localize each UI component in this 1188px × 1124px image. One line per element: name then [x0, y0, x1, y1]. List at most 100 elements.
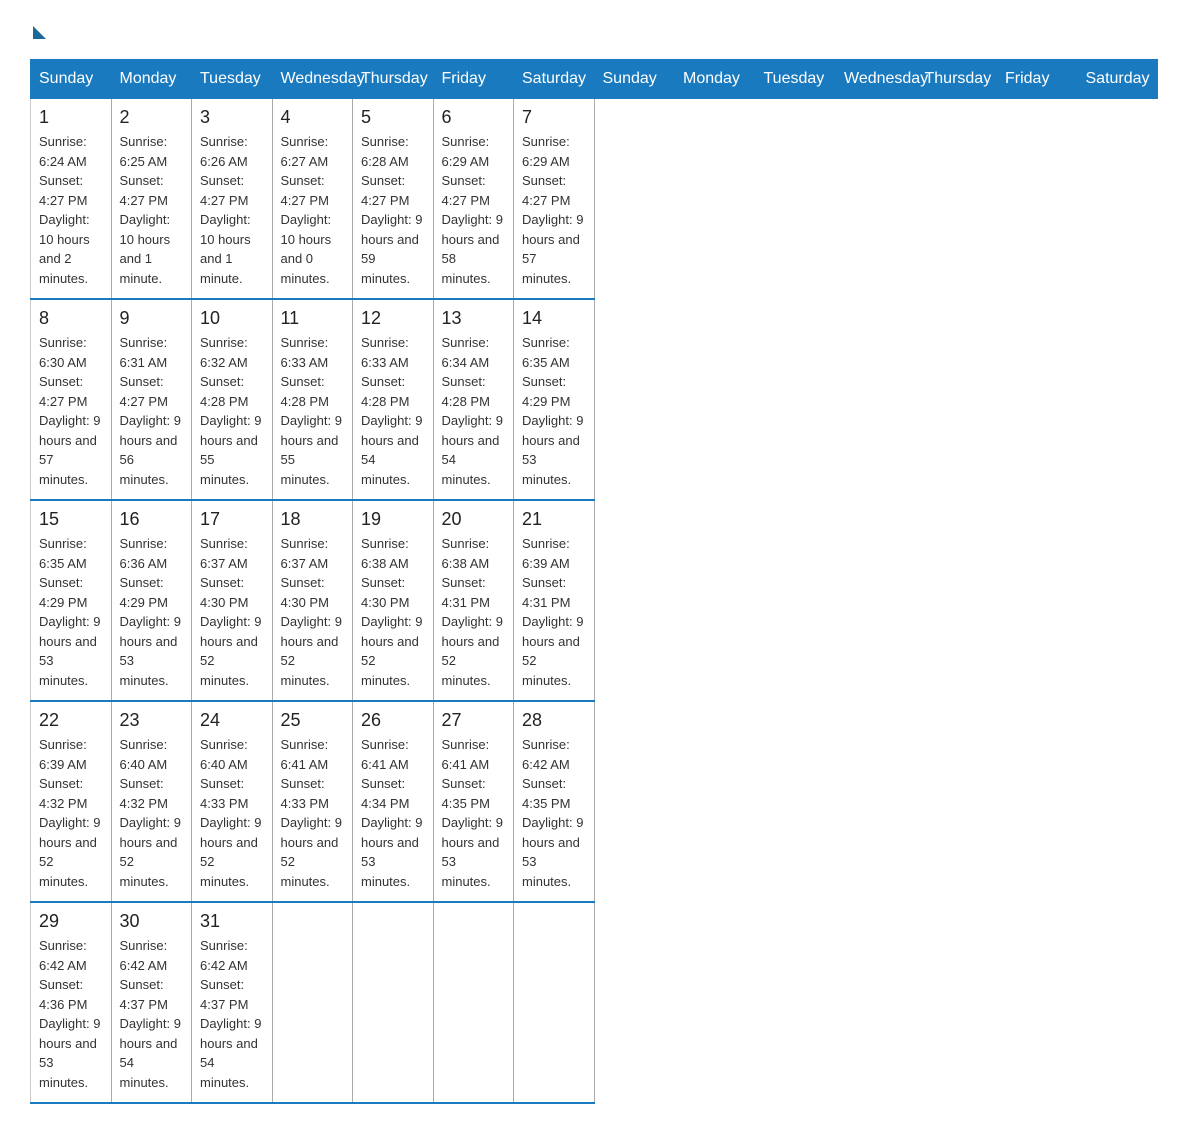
day-number: 29 — [39, 911, 103, 932]
col-header-wednesday: Wednesday — [836, 60, 917, 99]
calendar-cell: 23 Sunrise: 6:40 AMSunset: 4:32 PMDayligh… — [111, 701, 192, 902]
day-number: 10 — [200, 308, 264, 329]
logo — [30, 20, 46, 39]
calendar-cell: 21Sunrise: 6:39 AMSunset: 4:31 PMDayligh… — [514, 500, 595, 701]
day-number: 11 — [281, 308, 345, 329]
calendar-cell — [272, 902, 353, 1103]
calendar-cell: 10 Sunrise: 6:32 AMSunset: 4:28 PMDayligh… — [192, 299, 273, 500]
day-info: Sunrise: 6:35 AMSunset: 4:29 PMDaylight:… — [39, 534, 103, 690]
calendar-cell: 4Sunrise: 6:27 AMSunset: 4:27 PMDaylight… — [272, 99, 353, 300]
calendar-cell: 31 Sunrise: 6:42 AMSunset: 4:37 PMDayligh… — [192, 902, 273, 1103]
day-info: Sunrise: 6:29 AMSunset: 4:27 PMDaylight:… — [522, 132, 586, 288]
col-header-thursday: Thursday — [353, 60, 434, 99]
day-number: 25 — [281, 710, 345, 731]
day-number: 27 — [442, 710, 506, 731]
day-info: Sunrise: 6:41 AMSunset: 4:34 PMDaylight:… — [361, 735, 425, 891]
day-number: 17 — [200, 509, 264, 530]
day-number: 12 — [361, 308, 425, 329]
calendar-cell: 7 Sunrise: 6:29 AMSunset: 4:27 PMDaylight… — [514, 99, 595, 300]
day-number: 22 — [39, 710, 103, 731]
day-number: 23 — [120, 710, 184, 731]
day-number: 5 — [361, 107, 425, 128]
calendar-cell: 24Sunrise: 6:40 AMSunset: 4:33 PMDayligh… — [192, 701, 273, 902]
day-number: 20 — [442, 509, 506, 530]
day-number: 15 — [39, 509, 103, 530]
col-header-saturday: Saturday — [1077, 60, 1158, 99]
calendar-week-row: 8 Sunrise: 6:30 AMSunset: 4:27 PMDaylight… — [31, 299, 1158, 500]
day-number: 13 — [442, 308, 506, 329]
calendar-cell: 27 Sunrise: 6:41 AMSunset: 4:35 PMDayligh… — [433, 701, 514, 902]
calendar-week-row: 1Sunrise: 6:24 AMSunset: 4:27 PMDaylight… — [31, 99, 1158, 300]
calendar-cell: 16Sunrise: 6:36 AMSunset: 4:29 PMDayligh… — [111, 500, 192, 701]
day-number: 18 — [281, 509, 345, 530]
day-number: 19 — [361, 509, 425, 530]
calendar-cell: 1Sunrise: 6:24 AMSunset: 4:27 PMDaylight… — [31, 99, 112, 300]
col-header-thursday: Thursday — [916, 60, 997, 99]
day-info: Sunrise: 6:27 AMSunset: 4:27 PMDaylight:… — [281, 132, 345, 288]
calendar-cell: 14Sunrise: 6:35 AMSunset: 4:29 PMDayligh… — [514, 299, 595, 500]
day-info: Sunrise: 6:30 AMSunset: 4:27 PMDaylight:… — [39, 333, 103, 489]
calendar-cell: 20 Sunrise: 6:38 AMSunset: 4:31 PMDayligh… — [433, 500, 514, 701]
calendar-header-row: SundayMondayTuesdayWednesdayThursdayFrid… — [31, 60, 1158, 99]
day-info: Sunrise: 6:39 AMSunset: 4:32 PMDaylight:… — [39, 735, 103, 891]
calendar-cell: 19 Sunrise: 6:38 AMSunset: 4:30 PMDayligh… — [353, 500, 434, 701]
calendar-cell: 15 Sunrise: 6:35 AMSunset: 4:29 PMDayligh… — [31, 500, 112, 701]
day-info: Sunrise: 6:42 AMSunset: 4:37 PMDaylight:… — [200, 936, 264, 1092]
day-info: Sunrise: 6:31 AMSunset: 4:27 PMDaylight:… — [120, 333, 184, 489]
col-header-friday: Friday — [433, 60, 514, 99]
day-number: 24 — [200, 710, 264, 731]
day-info: Sunrise: 6:40 AMSunset: 4:32 PMDaylight:… — [120, 735, 184, 891]
calendar-cell: 26 Sunrise: 6:41 AMSunset: 4:34 PMDayligh… — [353, 701, 434, 902]
calendar-table: SundayMondayTuesdayWednesdayThursdayFrid… — [30, 59, 1158, 1104]
day-info: Sunrise: 6:42 AMSunset: 4:35 PMDaylight:… — [522, 735, 586, 891]
calendar-cell: 29 Sunrise: 6:42 AMSunset: 4:36 PMDayligh… — [31, 902, 112, 1103]
day-number: 9 — [120, 308, 184, 329]
day-info: Sunrise: 6:33 AMSunset: 4:28 PMDaylight:… — [361, 333, 425, 489]
calendar-cell: 8 Sunrise: 6:30 AMSunset: 4:27 PMDaylight… — [31, 299, 112, 500]
day-number: 26 — [361, 710, 425, 731]
logo-arrow-icon — [33, 26, 46, 39]
day-info: Sunrise: 6:32 AMSunset: 4:28 PMDaylight:… — [200, 333, 264, 489]
col-header-sunday: Sunday — [594, 60, 675, 99]
calendar-cell: 18 Sunrise: 6:37 AMSunset: 4:30 PMDayligh… — [272, 500, 353, 701]
day-info: Sunrise: 6:26 AMSunset: 4:27 PMDaylight:… — [200, 132, 264, 288]
day-number: 14 — [522, 308, 586, 329]
day-number: 31 — [200, 911, 264, 932]
day-number: 28 — [522, 710, 586, 731]
col-header-sunday: Sunday — [31, 60, 112, 99]
day-info: Sunrise: 6:38 AMSunset: 4:30 PMDaylight:… — [361, 534, 425, 690]
col-header-friday: Friday — [997, 60, 1078, 99]
calendar-cell: 28 Sunrise: 6:42 AMSunset: 4:35 PMDayligh… — [514, 701, 595, 902]
calendar-cell: 2Sunrise: 6:25 AMSunset: 4:27 PMDaylight… — [111, 99, 192, 300]
day-info: Sunrise: 6:38 AMSunset: 4:31 PMDaylight:… — [442, 534, 506, 690]
calendar-week-row: 22 Sunrise: 6:39 AMSunset: 4:32 PMDayligh… — [31, 701, 1158, 902]
day-info: Sunrise: 6:29 AMSunset: 4:27 PMDaylight:… — [442, 132, 506, 288]
day-info: Sunrise: 6:42 AMSunset: 4:37 PMDaylight:… — [120, 936, 184, 1092]
calendar-cell: 12 Sunrise: 6:33 AMSunset: 4:28 PMDayligh… — [353, 299, 434, 500]
calendar-cell: 9 Sunrise: 6:31 AMSunset: 4:27 PMDaylight… — [111, 299, 192, 500]
col-header-wednesday: Wednesday — [272, 60, 353, 99]
calendar-cell — [514, 902, 595, 1103]
calendar-cell: 5Sunrise: 6:28 AMSunset: 4:27 PMDaylight… — [353, 99, 434, 300]
day-info: Sunrise: 6:42 AMSunset: 4:36 PMDaylight:… — [39, 936, 103, 1092]
calendar-cell: 17 Sunrise: 6:37 AMSunset: 4:30 PMDayligh… — [192, 500, 273, 701]
day-info: Sunrise: 6:33 AMSunset: 4:28 PMDaylight:… — [281, 333, 345, 489]
calendar-cell: 13Sunrise: 6:34 AMSunset: 4:28 PMDayligh… — [433, 299, 514, 500]
col-header-saturday: Saturday — [514, 60, 595, 99]
col-header-monday: Monday — [111, 60, 192, 99]
day-number: 8 — [39, 308, 103, 329]
calendar-cell: 11 Sunrise: 6:33 AMSunset: 4:28 PMDayligh… — [272, 299, 353, 500]
calendar-cell: 30Sunrise: 6:42 AMSunset: 4:37 PMDayligh… — [111, 902, 192, 1103]
day-info: Sunrise: 6:37 AMSunset: 4:30 PMDaylight:… — [281, 534, 345, 690]
col-header-monday: Monday — [675, 60, 756, 99]
calendar-cell: 22 Sunrise: 6:39 AMSunset: 4:32 PMDayligh… — [31, 701, 112, 902]
day-info: Sunrise: 6:24 AMSunset: 4:27 PMDaylight:… — [39, 132, 103, 288]
calendar-cell: 3Sunrise: 6:26 AMSunset: 4:27 PMDaylight… — [192, 99, 273, 300]
calendar-cell — [353, 902, 434, 1103]
calendar-cell — [433, 902, 514, 1103]
day-number: 7 — [522, 107, 586, 128]
day-info: Sunrise: 6:37 AMSunset: 4:30 PMDaylight:… — [200, 534, 264, 690]
page-header — [30, 20, 1158, 39]
day-info: Sunrise: 6:41 AMSunset: 4:35 PMDaylight:… — [442, 735, 506, 891]
calendar-week-row: 29 Sunrise: 6:42 AMSunset: 4:36 PMDayligh… — [31, 902, 1158, 1103]
